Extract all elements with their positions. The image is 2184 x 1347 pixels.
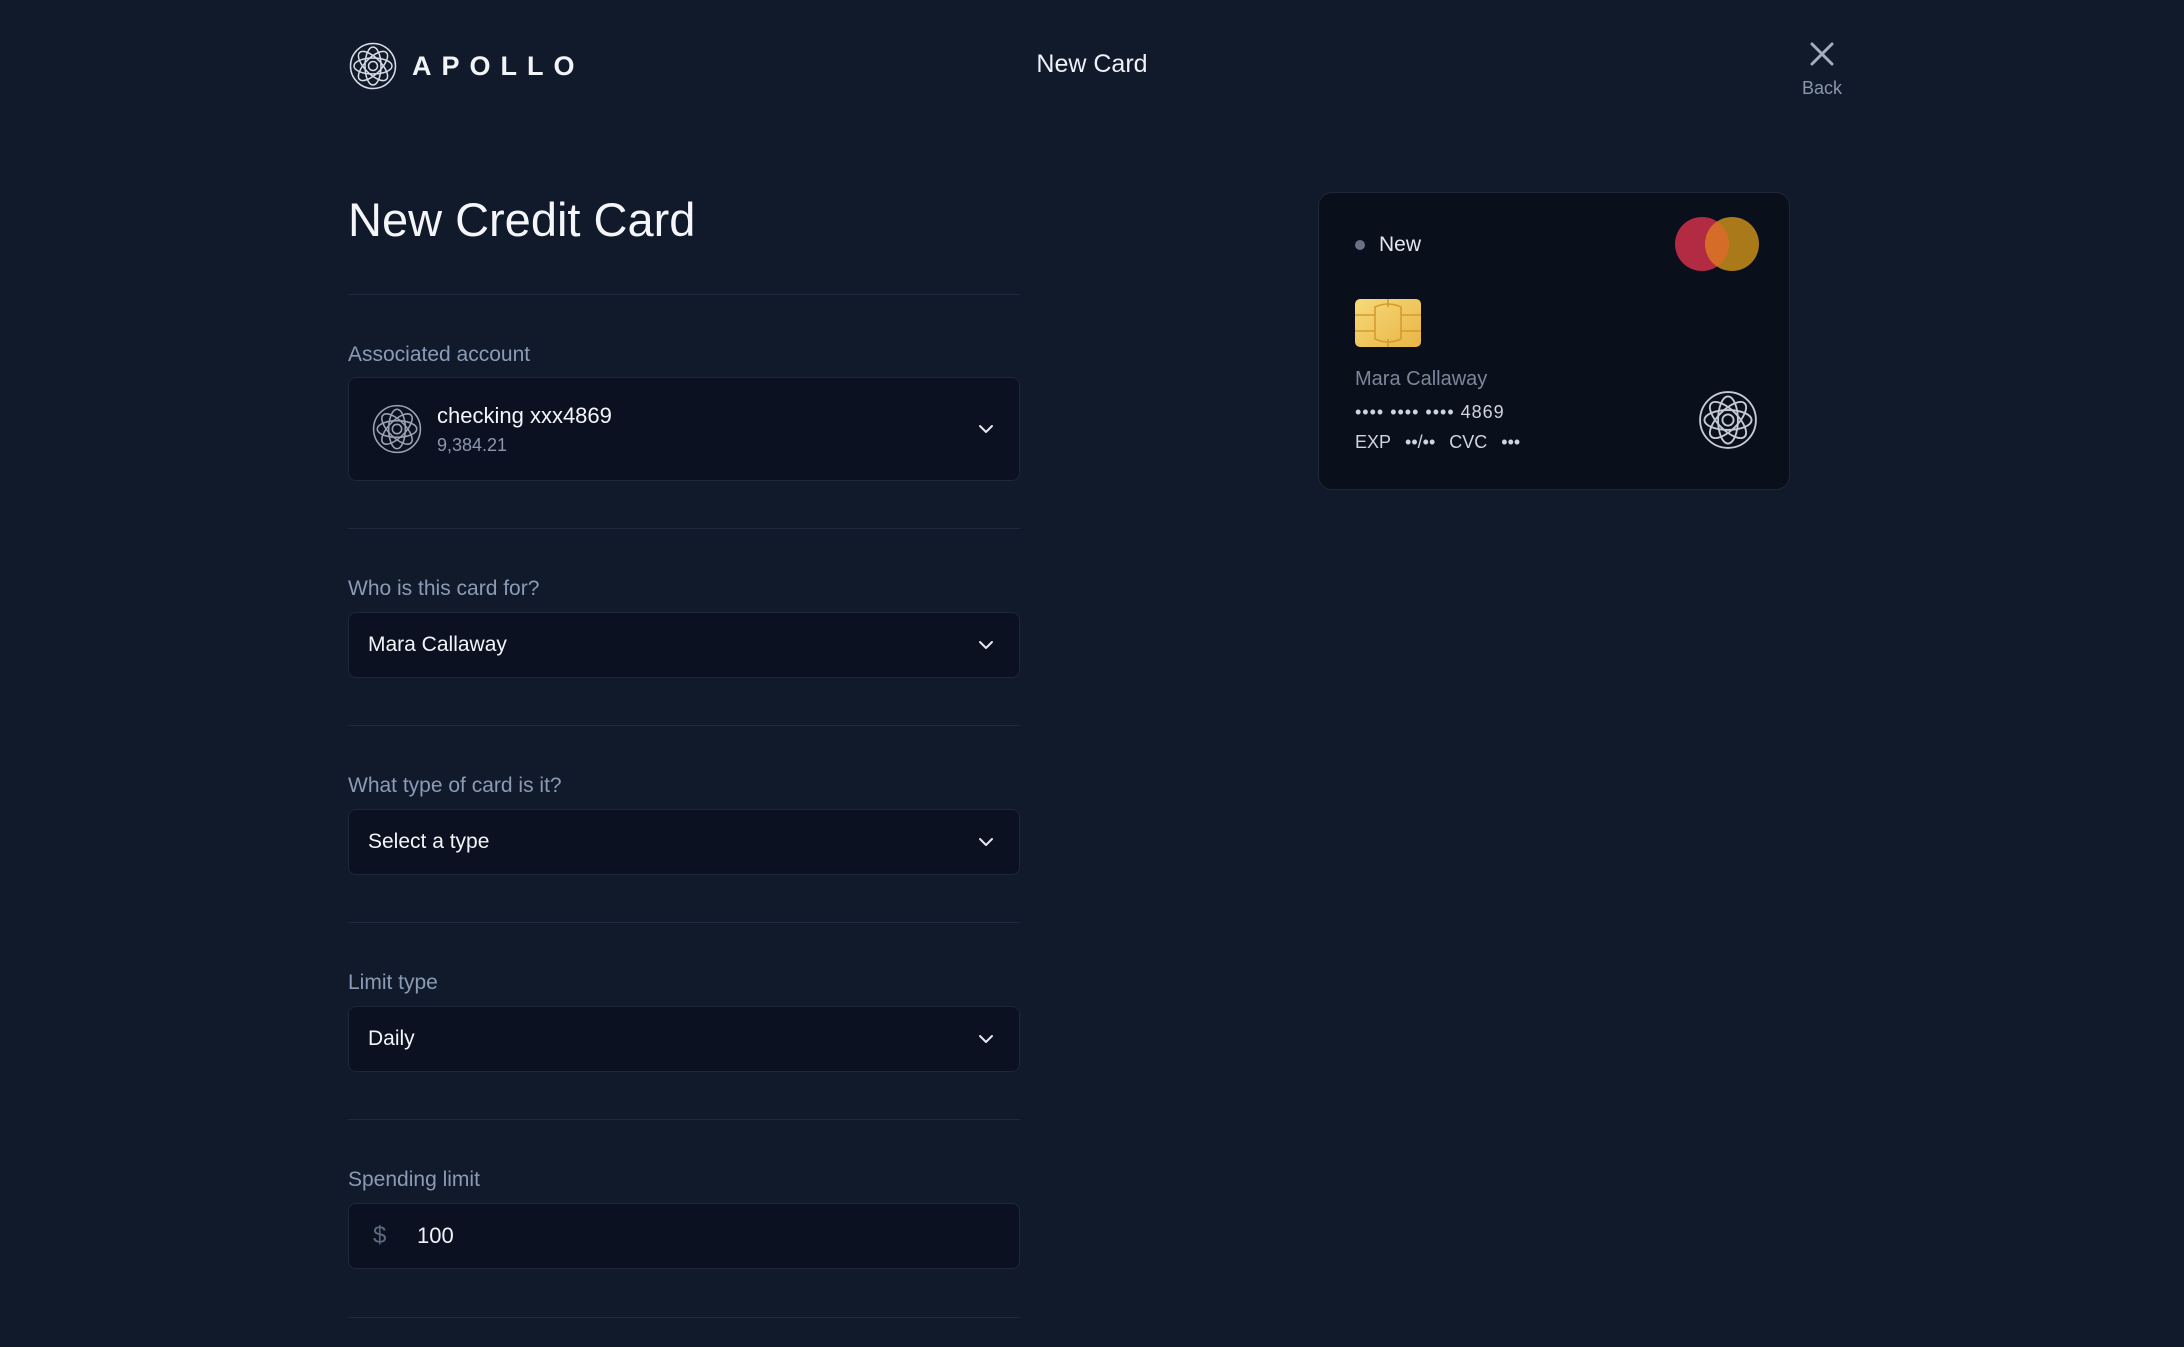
card-meta: EXP ••/•• CVC ••• [1355,432,1520,453]
spending-limit-input[interactable] [415,1222,975,1250]
chevron-down-icon [977,636,995,654]
card-holder-name: Mara Callaway [1355,368,1488,390]
divider [348,1317,1020,1318]
chevron-down-icon [977,420,995,438]
cvc-label: CVC [1449,432,1488,452]
recipient-value: Mara Callaway [368,633,507,656]
limit-type-select[interactable]: Daily [348,1006,1020,1072]
card-type-value: Select a type [368,830,490,853]
account-name: checking xxx4869 [437,402,612,428]
divider [348,1119,1020,1120]
limit-type-label: Limit type [348,971,438,994]
divider [348,725,1020,726]
cvc-value: ••• [1501,432,1521,452]
card-brand-logo-icon [1699,391,1757,449]
limit-type-value: Daily [368,1027,415,1050]
status-badge: New [1355,233,1421,257]
status-text: New [1379,233,1422,256]
spending-limit-label: Spending limit [348,1168,480,1191]
close-icon[interactable] [1804,36,1840,72]
account-balance: 9,384.21 [437,434,508,455]
mastercard-icon [1675,217,1759,271]
card-preview: New Mara Callaway •••• •••• •••• 4869 EX… [1318,192,1790,490]
status-dot-icon [1355,240,1365,250]
divider [348,922,1020,923]
chip-icon [1355,299,1421,347]
associated-account-label: Associated account [348,343,531,366]
back-button[interactable]: Back [1780,36,1864,99]
new-card-form: New Credit Card Associated account check… [348,190,1020,1318]
card-type-select[interactable]: Select a type [348,809,1020,875]
back-label: Back [1801,78,1843,98]
recipient-label: Who is this card for? [348,577,540,600]
divider [348,294,1020,295]
recipient-select[interactable]: Mara Callaway [348,612,1020,678]
dollar-icon: $ [373,1222,387,1249]
page-title: New Credit Card [348,193,696,246]
card-type-label: What type of card is it? [348,774,562,797]
top-bar: APOLLO New Card Back [0,0,2184,130]
chevron-down-icon [977,1030,995,1048]
card-number: •••• •••• •••• 4869 [1355,402,1505,422]
chevron-down-icon [977,833,995,851]
account-logo-icon [372,404,422,454]
exp-value: ••/•• [1405,432,1436,452]
associated-account-select[interactable]: checking xxx4869 9,384.21 [348,377,1020,481]
divider [348,528,1020,529]
spending-limit-field[interactable]: $ [348,1203,1020,1269]
exp-label: EXP [1355,432,1392,452]
